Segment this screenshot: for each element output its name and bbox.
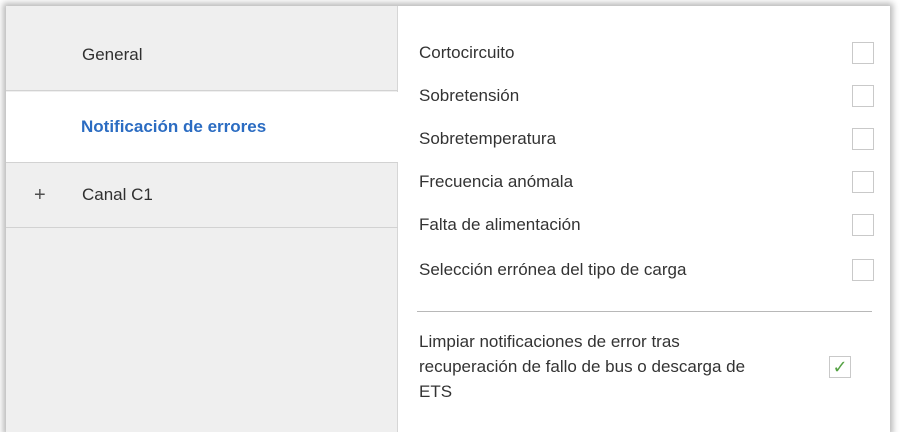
sidebar-item-label: General: [82, 45, 143, 64]
label-line: recuperación de fallo de bus o descarga …: [419, 357, 746, 376]
option-sobretension: Sobretensión: [419, 81, 874, 111]
expand-plus-icon[interactable]: +: [34, 184, 82, 207]
falta-alimentacion-checkbox[interactable]: [852, 214, 874, 236]
option-seleccion-erronea: Selección errónea del tipo de carga: [419, 255, 874, 285]
sobretemperatura-checkbox[interactable]: [852, 128, 874, 150]
option-label: Cortocircuito: [419, 43, 515, 62]
option-label: Selección errónea del tipo de carga: [419, 260, 687, 279]
option-label: Sobretensión: [419, 86, 520, 105]
sidebar: General Notificación de errores + Canal …: [6, 6, 399, 432]
label-line: ETS: [419, 382, 453, 401]
seleccion-erronea-checkbox[interactable]: [852, 259, 874, 281]
option-frecuencia-anomala: Frecuencia anómala: [419, 167, 874, 197]
option-falta-alimentacion: Falta de alimentación: [419, 210, 874, 240]
checkmark-icon: ✓: [832, 357, 848, 377]
sidebar-item-label: Notificación de errores: [81, 117, 267, 136]
clear-notifications-label: Limpiar notificaciones de error tras rec…: [419, 329, 829, 404]
sidebar-item-canal-c1[interactable]: + Canal C1: [6, 162, 398, 228]
divider: [417, 311, 872, 312]
settings-window: General Notificación de errores + Canal …: [6, 6, 890, 432]
sobretension-checkbox[interactable]: [852, 85, 874, 107]
main-panel: Cortocircuito Sobretensión Sobretemperat…: [399, 6, 890, 432]
option-label: Falta de alimentación: [419, 215, 581, 234]
sidebar-item-notificacion-errores[interactable]: Notificación de errores: [6, 92, 399, 162]
option-sobretemperatura: Sobretemperatura: [419, 124, 874, 154]
option-label: Sobretemperatura: [419, 129, 557, 148]
option-cortocircuito: Cortocircuito: [419, 38, 874, 68]
sidebar-item-general[interactable]: General: [6, 20, 398, 91]
clear-notifications-checkbox[interactable]: ✓: [829, 356, 851, 378]
sidebar-item-label: Canal C1: [82, 185, 153, 204]
label-line: Limpiar notificaciones de error tras: [419, 332, 680, 351]
frecuencia-anomala-checkbox[interactable]: [852, 171, 874, 193]
cortocircuito-checkbox[interactable]: [852, 42, 874, 64]
option-label: Frecuencia anómala: [419, 172, 574, 191]
